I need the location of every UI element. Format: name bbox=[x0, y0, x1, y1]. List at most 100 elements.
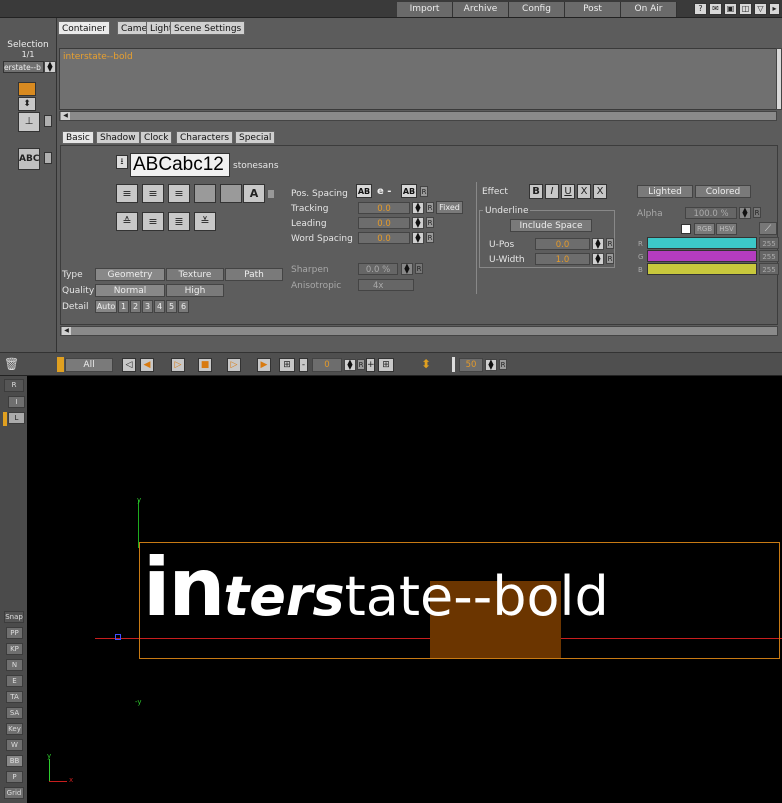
sharpen-spinner[interactable]: ▲ ▼ bbox=[401, 263, 413, 275]
prev-key-icon[interactable]: ◀ bbox=[140, 358, 154, 372]
pos-spacing-e-icon[interactable]: e - bbox=[377, 186, 391, 197]
chevron-down-icon[interactable]: ▽ bbox=[754, 3, 767, 15]
n-button[interactable]: N bbox=[6, 659, 23, 671]
eyedropper-icon[interactable]: ⟋ bbox=[759, 222, 777, 235]
next-frame-icon[interactable]: ▷ bbox=[227, 358, 241, 372]
valign-bottom-button[interactable]: ≚ bbox=[194, 212, 216, 231]
minus-button[interactable]: - bbox=[299, 358, 308, 372]
tracking-reset[interactable]: R bbox=[426, 202, 434, 213]
leading-spinner[interactable]: ▲ ▼ bbox=[412, 217, 424, 229]
import-button[interactable]: Import bbox=[397, 2, 453, 17]
play-icon[interactable]: ▷ bbox=[171, 358, 185, 372]
info-button[interactable]: I bbox=[8, 396, 25, 408]
align-box-button[interactable] bbox=[220, 184, 242, 203]
tab-scene-settings[interactable]: Scene Settings bbox=[170, 21, 246, 35]
italic-button[interactable]: I bbox=[545, 184, 559, 199]
leading-field[interactable]: 0.0 bbox=[358, 217, 410, 229]
valign-center-button[interactable]: ≣ bbox=[168, 212, 190, 231]
container-icon[interactable] bbox=[18, 82, 36, 96]
scroll-left-icon[interactable]: ◀ bbox=[61, 112, 70, 120]
quality-normal-button[interactable]: Normal bbox=[95, 284, 165, 297]
keyframe-icon[interactable]: ⊞ bbox=[279, 358, 295, 372]
go-end-icon[interactable]: ▶ bbox=[257, 358, 271, 372]
transform-icon[interactable]: ⬍ bbox=[18, 97, 36, 111]
bold-button[interactable]: B bbox=[529, 184, 543, 199]
timeline-marker[interactable] bbox=[57, 357, 64, 372]
hsv-button[interactable]: HSV bbox=[716, 223, 737, 235]
underline-button[interactable]: U bbox=[561, 184, 575, 199]
snap-button[interactable]: Snap bbox=[4, 611, 24, 623]
stop-icon[interactable]: ■ bbox=[198, 358, 212, 372]
detail-2-button[interactable]: 2 bbox=[130, 300, 141, 313]
tab-special[interactable]: Special bbox=[235, 131, 276, 144]
mail-icon[interactable]: ✉ bbox=[709, 3, 722, 15]
horizontal-scrollbar[interactable]: ◀ bbox=[59, 111, 777, 121]
include-space-button[interactable]: Include Space bbox=[510, 219, 592, 232]
sharpen-field[interactable]: 0.0 % bbox=[358, 263, 398, 275]
word-spacing-reset[interactable]: R bbox=[426, 232, 434, 243]
upos-spinner[interactable]: ▲ ▼ bbox=[592, 238, 604, 250]
type-geometry-button[interactable]: Geometry bbox=[95, 268, 165, 281]
go-start-icon[interactable]: ◁ bbox=[122, 358, 136, 372]
align-toggle[interactable] bbox=[268, 190, 274, 198]
tracking-spinner[interactable]: ▲ ▼ bbox=[412, 202, 424, 214]
pp-button[interactable]: PP bbox=[6, 627, 23, 639]
layer-marker[interactable] bbox=[3, 412, 7, 426]
ta-button[interactable]: TA bbox=[6, 691, 23, 703]
text-toggle[interactable] bbox=[44, 152, 52, 164]
end-frame-spinner[interactable]: ▲ ▼ bbox=[485, 359, 497, 371]
text-input-area[interactable]: interstate--bold bbox=[59, 48, 777, 110]
tracking-field[interactable]: 0.0 bbox=[358, 202, 410, 214]
leading-reset[interactable]: R bbox=[426, 217, 434, 228]
detail-auto-button[interactable]: Auto bbox=[95, 300, 117, 313]
end-frame-reset[interactable]: R bbox=[499, 359, 507, 370]
text-scrollbar[interactable] bbox=[776, 48, 782, 110]
pos-spacing-reset[interactable]: R bbox=[420, 186, 428, 197]
scene-viewport[interactable]: y -y interstate--bold y x bbox=[27, 376, 782, 803]
detail-3-button[interactable]: 3 bbox=[142, 300, 153, 313]
uwidth-field[interactable]: 1.0 bbox=[535, 253, 590, 265]
channel-g-slider[interactable] bbox=[647, 250, 757, 262]
detail-1-button[interactable]: 1 bbox=[118, 300, 129, 313]
calendar-icon[interactable]: ▣ bbox=[724, 3, 737, 15]
font-preview[interactable]: ABCabc12 bbox=[130, 153, 230, 177]
frame-field[interactable]: 0 bbox=[312, 358, 342, 372]
anisotropic-select[interactable]: 4x bbox=[358, 279, 414, 291]
selection-item[interactable]: erstate--b bbox=[3, 61, 44, 73]
strike-button[interactable]: X bbox=[577, 184, 591, 199]
plus-button[interactable]: + bbox=[366, 358, 375, 372]
axis-toggle[interactable] bbox=[44, 115, 52, 127]
range-start[interactable] bbox=[452, 357, 455, 372]
tab-container[interactable]: Container bbox=[58, 21, 110, 35]
p-button[interactable]: P bbox=[6, 771, 23, 783]
alpha-spinner[interactable]: ▲ ▼ bbox=[739, 207, 751, 219]
colored-button[interactable]: Colored bbox=[695, 185, 751, 198]
align-left-button[interactable]: ≡ bbox=[116, 184, 138, 203]
channel-r-slider[interactable] bbox=[647, 237, 757, 249]
viewport-mode-icon[interactable]: R bbox=[4, 379, 24, 392]
axis-icon[interactable]: ⊥ bbox=[18, 112, 40, 132]
add-key-icon[interactable]: ⊞ bbox=[378, 358, 394, 372]
align-center-button[interactable]: ≡ bbox=[142, 184, 164, 203]
selection-spinner[interactable]: ▲ ▼ bbox=[44, 61, 56, 73]
detail-6-button[interactable]: 6 bbox=[178, 300, 189, 313]
color-swatch[interactable] bbox=[681, 224, 691, 234]
alpha-reset[interactable]: R bbox=[753, 207, 761, 218]
post-button[interactable]: Post bbox=[565, 2, 621, 17]
tab-clock[interactable]: Clock bbox=[140, 131, 173, 144]
type-texture-button[interactable]: Texture bbox=[166, 268, 224, 281]
window-icon[interactable]: ◫ bbox=[739, 3, 752, 15]
uwidth-reset[interactable]: R bbox=[606, 253, 614, 264]
more-icon[interactable]: ▸ bbox=[769, 3, 780, 15]
w-button[interactable]: W bbox=[6, 739, 23, 751]
word-spacing-spinner[interactable]: ▲ ▼ bbox=[412, 232, 424, 244]
help-icon[interactable]: ? bbox=[694, 3, 707, 15]
text-icon[interactable]: ABC bbox=[18, 148, 40, 170]
end-frame-field[interactable]: 50 bbox=[459, 358, 483, 372]
sa-button[interactable]: SA bbox=[6, 707, 23, 719]
type-path-button[interactable]: Path bbox=[225, 268, 283, 281]
trash-icon[interactable]: 🗑 bbox=[4, 357, 19, 373]
key-button[interactable]: Key bbox=[6, 723, 23, 735]
tab-shadow[interactable]: Shadow bbox=[96, 131, 140, 144]
detail-4-button[interactable]: 4 bbox=[154, 300, 165, 313]
